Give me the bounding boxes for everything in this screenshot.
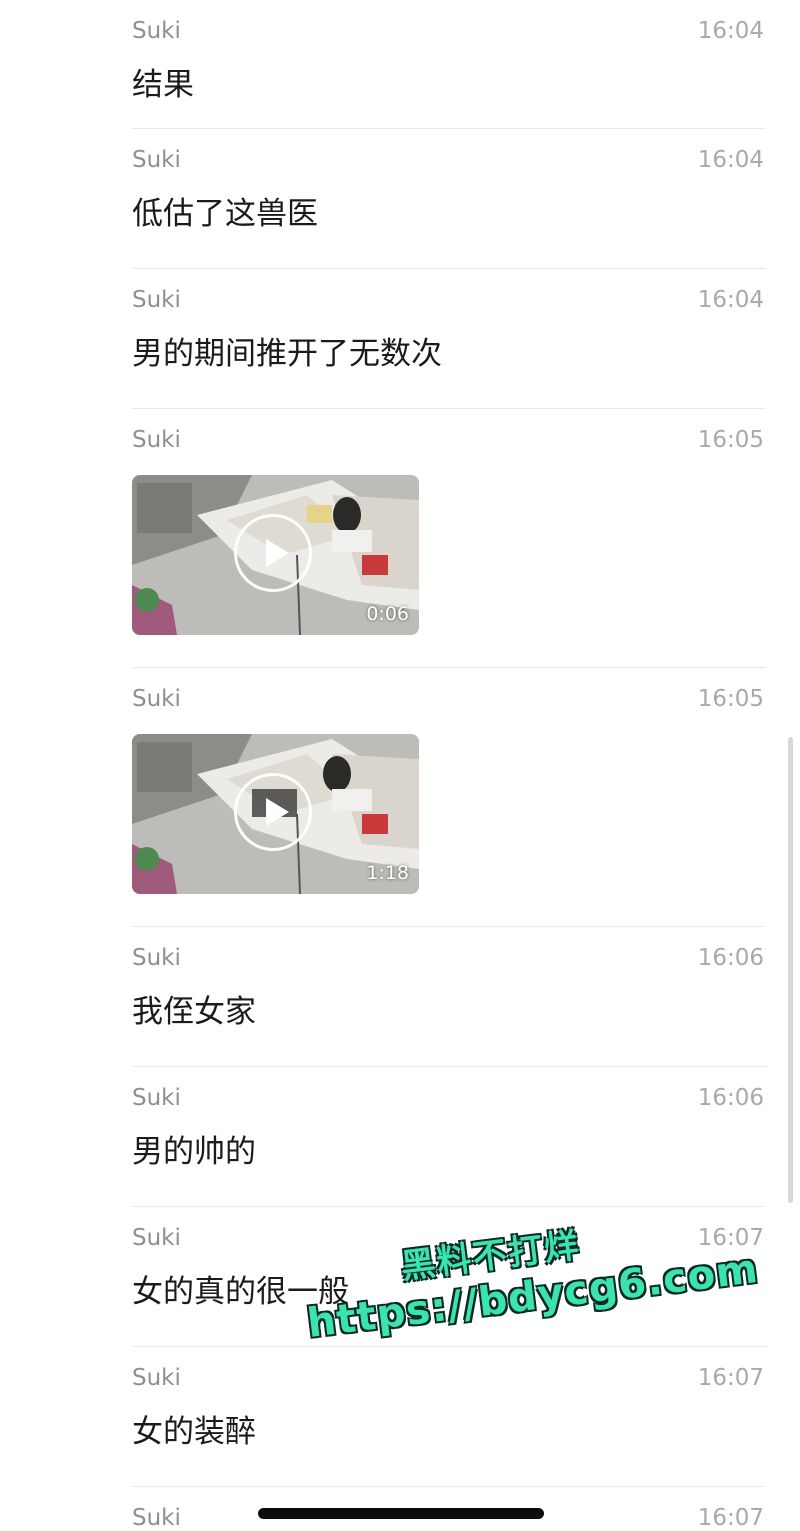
sender-name: Suki xyxy=(132,1365,181,1391)
message-time: 16:06 xyxy=(697,1085,764,1111)
sender-name: Suki xyxy=(132,1225,181,1251)
message-item[interactable]: Suki 16:06 男的帅的 xyxy=(132,1067,766,1207)
sender-name: Suki xyxy=(132,18,181,44)
sender-name: Suki xyxy=(132,686,181,712)
message-time: 16:04 xyxy=(697,287,764,313)
message-text: 我侄女家 xyxy=(132,994,256,1030)
sender-name: Suki xyxy=(132,147,181,173)
sender-name: Suki xyxy=(132,427,181,453)
message-item[interactable]: Suki 16:07 女的装醉 xyxy=(132,1347,766,1487)
play-icon xyxy=(266,539,289,567)
home-indicator[interactable] xyxy=(258,1508,544,1519)
play-button[interactable] xyxy=(234,773,312,851)
message-text: 男的期间推开了无数次 xyxy=(132,336,442,372)
sender-name: Suki xyxy=(132,287,181,313)
message-time: 16:07 xyxy=(697,1505,764,1531)
video-duration: 0:06 xyxy=(366,603,409,625)
message-time: 16:04 xyxy=(697,18,764,44)
message-item[interactable]: Suki 16:04 男的期间推开了无数次 xyxy=(132,269,766,409)
message-item[interactable]: Suki 16:07 女的真的很一般 xyxy=(132,1207,766,1347)
message-time: 16:05 xyxy=(697,686,764,712)
message-text: 女的装醉 xyxy=(132,1414,256,1450)
message-item[interactable]: Suki 16:05 xyxy=(132,409,766,668)
message-item[interactable]: Suki 16:05 xyxy=(132,668,766,927)
message-time: 16:07 xyxy=(697,1365,764,1391)
message-item[interactable]: Suki 16:04 结果 xyxy=(132,0,766,129)
message-time: 16:07 xyxy=(697,1225,764,1251)
scrollbar[interactable] xyxy=(788,737,793,1203)
message-list: Suki 16:04 结果 Suki 16:04 低估了这兽医 Suki 16:… xyxy=(0,0,800,1531)
message-time: 16:05 xyxy=(697,427,764,453)
message-item[interactable]: Suki 16:04 低估了这兽医 xyxy=(132,129,766,269)
video-thumbnail[interactable]: 1:18 xyxy=(132,734,419,894)
play-button[interactable] xyxy=(234,514,312,592)
message-time: 16:04 xyxy=(697,147,764,173)
video-thumbnail[interactable]: 0:06 xyxy=(132,475,419,635)
play-icon xyxy=(266,798,289,826)
message-text: 结果 xyxy=(132,67,194,103)
message-text: 男的帅的 xyxy=(132,1134,256,1170)
message-text: 低估了这兽医 xyxy=(132,196,318,232)
sender-name: Suki xyxy=(132,1505,181,1531)
sender-name: Suki xyxy=(132,1085,181,1111)
message-text: 女的真的很一般 xyxy=(132,1274,349,1310)
message-item[interactable]: Suki 16:07 xyxy=(132,1487,766,1531)
message-item[interactable]: Suki 16:06 我侄女家 xyxy=(132,927,766,1067)
message-time: 16:06 xyxy=(697,945,764,971)
sender-name: Suki xyxy=(132,945,181,971)
video-duration: 1:18 xyxy=(366,862,409,884)
